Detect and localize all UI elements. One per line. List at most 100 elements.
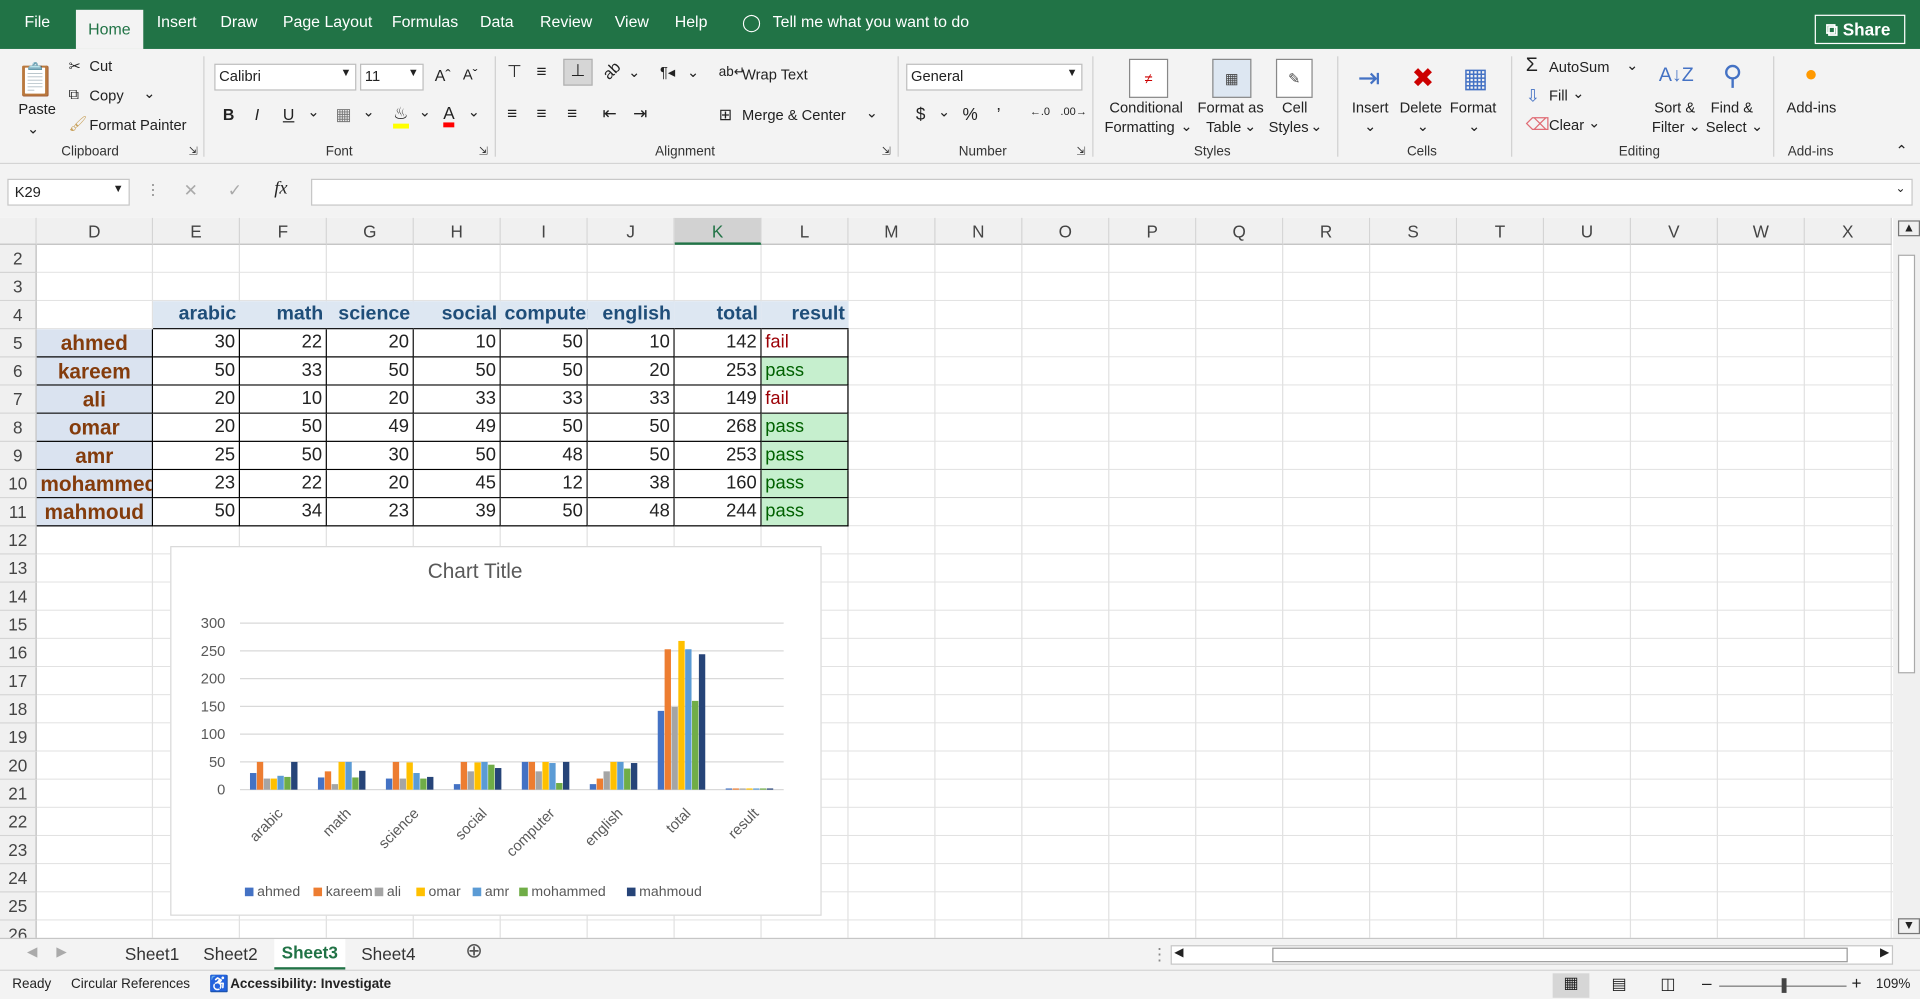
scroll-left-icon[interactable]: ◀ (1174, 946, 1183, 959)
row-header-10[interactable]: 10 (0, 470, 37, 499)
score-cell[interactable]: 50 (326, 357, 414, 386)
accessibility-status[interactable]: Accessibility: Investigate (230, 977, 391, 992)
row-header-5[interactable]: 5 (0, 329, 37, 358)
name-box[interactable]: K29 ▼ (7, 178, 130, 206)
result-cell[interactable]: pass (761, 470, 849, 499)
score-cell[interactable]: 23 (326, 498, 414, 527)
row-header-4[interactable]: 4 (0, 301, 37, 330)
prev-sheet-icon[interactable]: ◀ (27, 944, 37, 960)
paste-dropdown-icon[interactable]: ⌄ (27, 120, 39, 137)
row-header-23[interactable]: 23 (0, 836, 37, 865)
borders-icon[interactable]: ▦ (336, 104, 352, 125)
score-cell[interactable]: 30 (153, 329, 241, 358)
student-name-cell[interactable]: mahmoud (36, 498, 154, 527)
score-cell[interactable]: 50 (153, 498, 241, 527)
sheet-tab-2[interactable]: Sheet2 (203, 944, 257, 964)
autosum-button[interactable]: AutoSum (1549, 59, 1609, 76)
score-cell[interactable]: 12 (500, 470, 588, 499)
expand-formula-icon[interactable]: ⌄ (1896, 182, 1906, 195)
share-button[interactable]: ⧉ Share (1814, 14, 1906, 45)
tab-formulas[interactable]: Formulas (392, 12, 458, 30)
currency-dropdown-icon[interactable]: ⌄ (938, 103, 950, 120)
tab-file[interactable]: File (24, 12, 50, 30)
comma-icon[interactable]: ’ (997, 104, 1001, 124)
row-header-17[interactable]: 17 (0, 667, 37, 696)
column-header-i[interactable]: I (500, 217, 588, 245)
column-header-g[interactable]: G (326, 217, 414, 245)
sheet-tab-4[interactable]: Sheet4 (361, 944, 415, 964)
score-cell[interactable]: 10 (413, 329, 501, 358)
row-header-20[interactable]: 20 (0, 751, 37, 780)
score-cell[interactable]: 50 (587, 441, 675, 471)
align-center-icon[interactable]: ≡ (536, 103, 546, 123)
alignment-launcher-icon[interactable]: ⇲ (882, 144, 891, 157)
row-header-11[interactable]: 11 (0, 498, 37, 527)
number-launcher-icon[interactable]: ⇲ (1076, 144, 1085, 157)
score-cell[interactable]: 50 (587, 413, 675, 442)
score-cell[interactable]: 25 (153, 441, 241, 471)
column-header-j[interactable]: J (587, 217, 675, 245)
score-cell[interactable]: 50 (240, 441, 327, 471)
score-cell[interactable]: 22 (240, 470, 327, 499)
decrease-decimal-icon[interactable]: .00→ (1060, 105, 1086, 117)
enter-icon[interactable]: ✓ (228, 180, 242, 201)
score-cell[interactable]: 20 (326, 470, 414, 499)
cell-styles-button[interactable]: Cell (1282, 99, 1307, 116)
student-name-cell[interactable]: ahmed (36, 329, 154, 358)
score-cell[interactable]: 38 (587, 470, 675, 499)
row-header-3[interactable]: 3 (0, 273, 37, 302)
increase-decimal-icon[interactable]: ←.0 (1030, 105, 1050, 117)
score-cell[interactable]: 50 (153, 357, 241, 386)
row-header-18[interactable]: 18 (0, 695, 37, 724)
student-name-cell[interactable]: mohammed (36, 470, 154, 499)
score-cell[interactable]: 48 (587, 498, 675, 527)
score-cell[interactable]: 33 (500, 385, 588, 414)
wrap-text-button[interactable]: Wrap Text (742, 66, 808, 83)
row-header-16[interactable]: 16 (0, 639, 37, 668)
table-header-math[interactable]: math (240, 301, 327, 330)
score-cell[interactable]: 34 (240, 498, 327, 527)
column-header-q[interactable]: Q (1196, 217, 1284, 245)
percent-icon[interactable]: % (962, 104, 977, 124)
table-header-arabic[interactable]: arabic (153, 301, 241, 330)
score-cell[interactable]: 23 (153, 470, 241, 499)
column-header-w[interactable]: W (1717, 217, 1805, 245)
score-cell[interactable]: 268 (674, 413, 762, 442)
currency-icon[interactable]: $ (916, 104, 926, 124)
italic-icon[interactable]: I (255, 105, 259, 123)
score-cell[interactable]: 10 (240, 385, 327, 414)
tab-draw[interactable]: Draw (220, 12, 257, 30)
row-header-9[interactable]: 9 (0, 441, 37, 471)
score-cell[interactable]: 50 (500, 357, 588, 386)
result-cell[interactable]: fail (761, 329, 849, 358)
status-circular-references[interactable]: Circular References (71, 977, 190, 992)
format-button[interactable]: Format (1450, 99, 1497, 116)
tell-me-search[interactable]: Tell me what you want to do (773, 12, 969, 30)
result-cell[interactable]: pass (761, 357, 849, 386)
score-cell[interactable]: 49 (326, 413, 414, 442)
find-select-label2[interactable]: Select (1706, 119, 1747, 136)
format-painter-button[interactable]: Format Painter (89, 116, 186, 133)
merge-center-button[interactable]: Merge & Center (742, 107, 846, 124)
underline-dropdown-icon[interactable]: ⌄ (307, 103, 319, 120)
tab-help[interactable]: Help (675, 12, 708, 30)
score-cell[interactable]: 22 (240, 329, 327, 358)
score-cell[interactable]: 20 (587, 357, 675, 386)
align-bottom-icon[interactable]: ⊥ (563, 58, 593, 86)
merge-dropdown-icon[interactable]: ⌄ (866, 104, 878, 121)
format-as-table-button[interactable]: Format as (1198, 99, 1264, 116)
clear-button[interactable]: Clear (1549, 116, 1584, 133)
rtl-dropdown-icon[interactable]: ⌄ (687, 64, 699, 81)
page-break-view-icon[interactable]: ◫ (1660, 975, 1675, 995)
paste-icon[interactable]: 📋 (16, 59, 56, 101)
fill-color-icon[interactable]: ♨ (393, 103, 409, 129)
cut-button[interactable]: Cut (89, 58, 112, 75)
align-middle-icon[interactable]: ≡ (536, 61, 546, 81)
zoom-out-icon[interactable]: – (1702, 973, 1712, 993)
score-cell[interactable]: 10 (587, 329, 675, 358)
zoom-level[interactable]: 109% (1876, 977, 1910, 992)
row-header-14[interactable]: 14 (0, 582, 37, 611)
score-cell[interactable]: 244 (674, 498, 762, 527)
score-cell[interactable]: 20 (326, 385, 414, 414)
clipboard-launcher-icon[interactable]: ⇲ (189, 144, 198, 157)
